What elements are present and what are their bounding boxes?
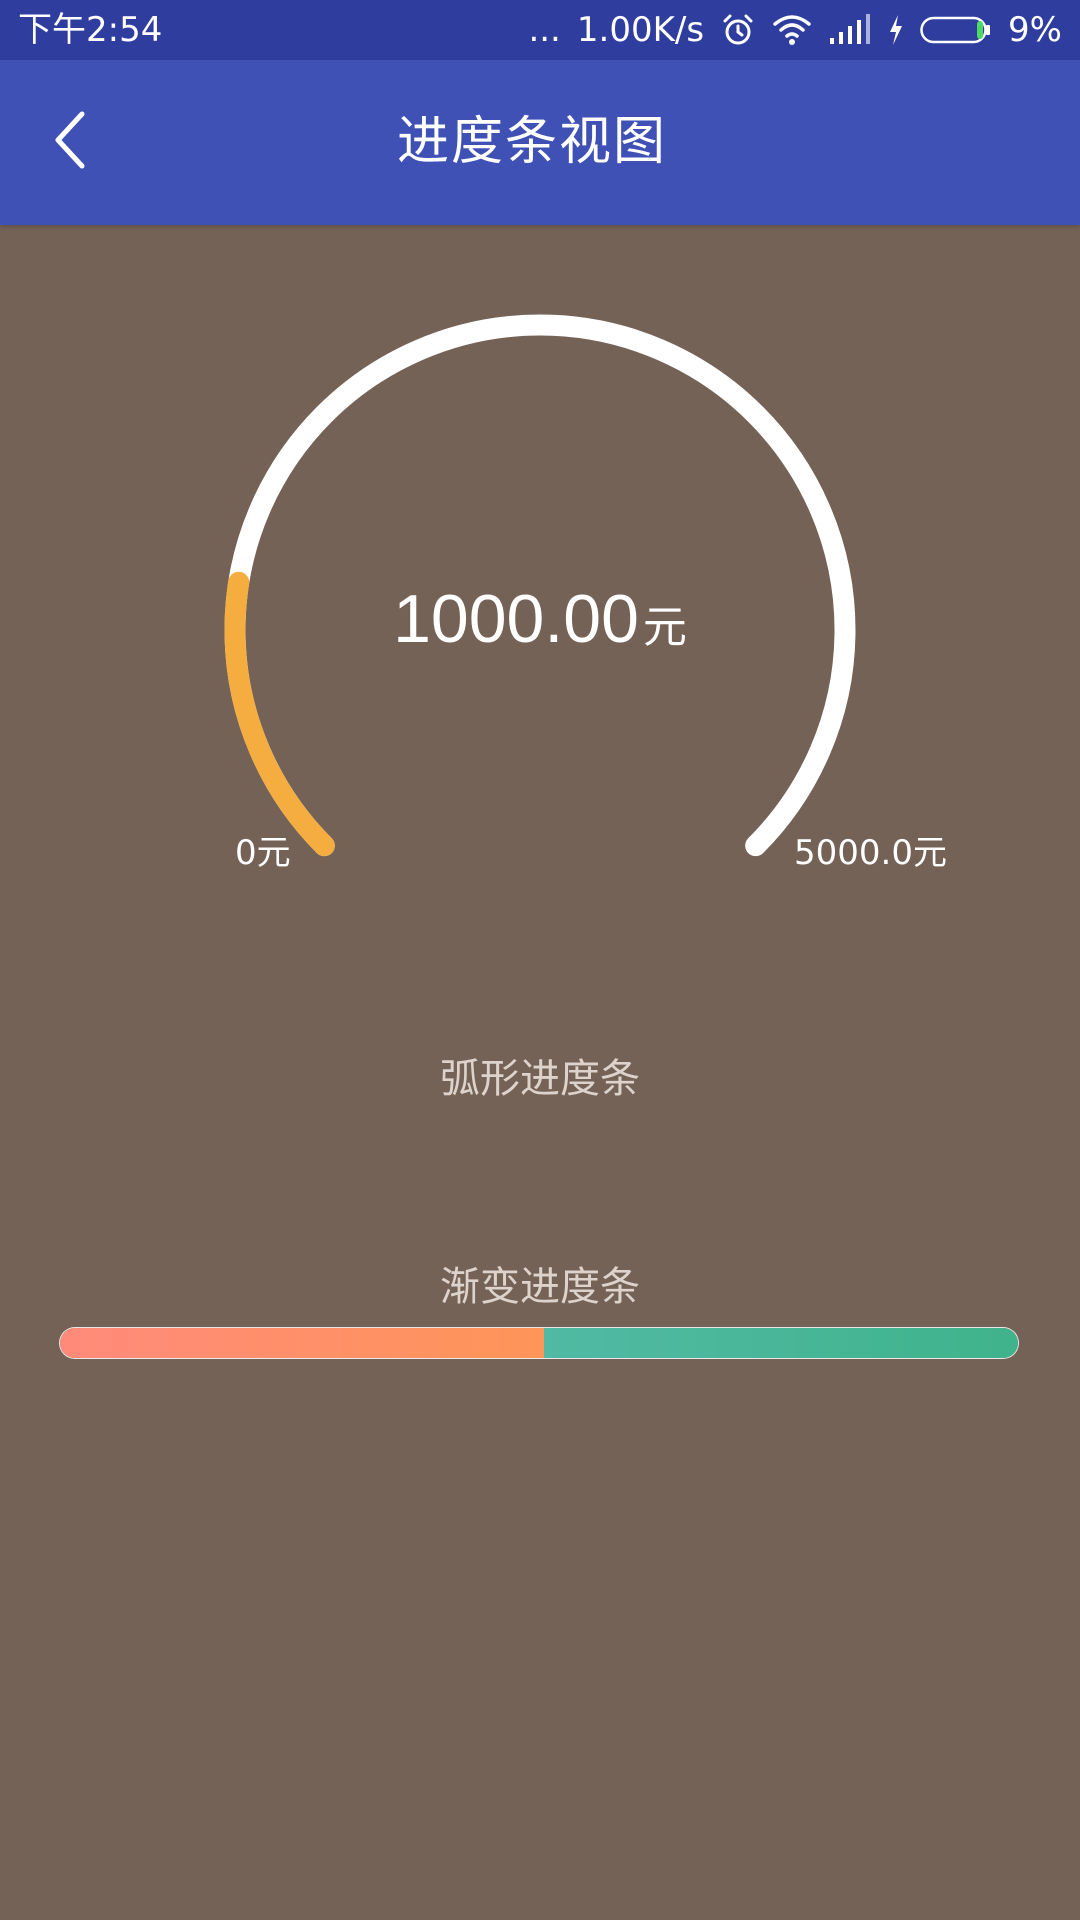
gradient-progress-fill (60, 1328, 544, 1358)
battery-icon (920, 15, 992, 45)
arc-progress-caption: 弧形进度条 (440, 1056, 640, 1102)
more-dots: ... (528, 10, 561, 50)
app-bar: 进度条视图 (0, 60, 1080, 225)
arc-progress-gauge: 1000.00元 0元 5000.0元 (0, 225, 1080, 925)
gauge-value: 1000.00元 (0, 580, 1080, 658)
signal-icon (828, 14, 872, 46)
gauge-value-unit: 元 (642, 602, 687, 653)
arc-gauge-graphic (224, 314, 856, 857)
page-title: 进度条视图 (396, 112, 667, 172)
gauge-max-label: 5000.0元 (794, 833, 947, 873)
alarm-icon (720, 12, 756, 48)
gauge-min-label: 0元 (235, 833, 291, 873)
wifi-icon (772, 13, 812, 47)
gauge-value-number: 1000.00 (393, 581, 639, 657)
status-bar: 下午2:54 ... 1.00K/s 9% (0, 0, 1080, 60)
network-speed: 1.00K/s (576, 10, 705, 50)
screen: 下午2:54 ... 1.00K/s 9% 进度条视图 1000.00元 0元 … (0, 0, 1080, 1920)
status-indicators: ... 1.00K/s 9% (528, 8, 1062, 52)
gradient-progress-caption: 渐变进度条 (440, 1264, 640, 1310)
battery-percent: 9% (1008, 10, 1062, 50)
charging-icon (888, 14, 904, 46)
status-time: 下午2:54 (18, 10, 163, 50)
gradient-progress-bar (60, 1328, 1018, 1358)
